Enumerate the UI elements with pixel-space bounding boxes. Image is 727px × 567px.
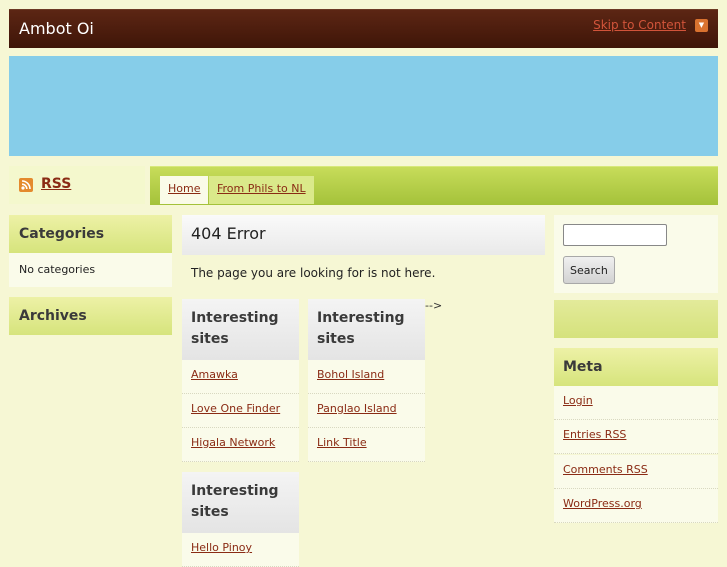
chevron-down-icon[interactable]: ▼: [695, 19, 708, 32]
list-item: WordPress.org: [554, 489, 718, 523]
empty-widget-heading: [554, 300, 718, 338]
header-banner: [9, 56, 718, 156]
link-panglao-island[interactable]: Panglao Island: [317, 402, 397, 415]
list-item: Bohol Island: [308, 360, 425, 394]
list-item: Amawka: [182, 360, 299, 394]
search-input[interactable]: [563, 224, 667, 246]
list-item: Panglao Island: [308, 394, 425, 428]
list-item: Hello Pinoy: [182, 533, 299, 567]
site-header: Ambot Oi Skip to Content ▼: [9, 9, 718, 48]
list-item: Link Title: [308, 428, 425, 462]
main-navigation: Home From Phils to NL: [150, 166, 718, 205]
list-item: Love One Finder: [182, 394, 299, 428]
nav-tab-from-phils-to-nl[interactable]: From Phils to NL: [209, 176, 314, 204]
page-title: 404 Error: [191, 224, 266, 243]
archives-heading: Archives: [9, 297, 172, 335]
error-message: The page you are looking for is not here…: [191, 266, 436, 280]
entries-rss-link[interactable]: Entries RSS: [563, 428, 626, 441]
skip-to-content-link[interactable]: Skip to Content: [593, 18, 686, 32]
link-box-heading: Interesting sites: [182, 299, 299, 360]
link-box-heading: Interesting sites: [182, 472, 299, 533]
link-box: Interesting sites Hello Pinoy: [182, 472, 299, 567]
rss-box: RSS: [9, 166, 145, 204]
link-amawka[interactable]: Amawka: [191, 368, 238, 381]
comments-rss-link[interactable]: Comments RSS: [563, 463, 648, 476]
link-box-heading: Interesting sites: [308, 299, 425, 360]
list-item: Comments RSS: [554, 455, 718, 489]
list-item: Entries RSS: [554, 420, 718, 454]
wordpress-org-link[interactable]: WordPress.org: [563, 497, 642, 510]
search-widget: Search: [554, 215, 718, 293]
nav-tab-home[interactable]: Home: [160, 176, 209, 204]
list-item: Higala Network: [182, 428, 299, 462]
rss-link[interactable]: RSS: [41, 176, 71, 192]
categories-empty-text: No categories: [9, 253, 172, 287]
link-higala-network[interactable]: Higala Network: [191, 436, 275, 449]
link-love-one-finder[interactable]: Love One Finder: [191, 402, 280, 415]
link-bohol-island[interactable]: Bohol Island: [317, 368, 384, 381]
stray-text: -->: [425, 299, 443, 312]
link-link-title[interactable]: Link Title: [317, 436, 367, 449]
link-box: Interesting sites Amawka Love One Finder…: [182, 299, 299, 462]
link-hello-pinoy[interactable]: Hello Pinoy: [191, 541, 252, 554]
list-item: Login: [554, 386, 718, 420]
rss-icon[interactable]: [19, 178, 33, 192]
meta-heading: Meta: [554, 348, 718, 386]
link-box: Interesting sites Bohol Island Panglao I…: [308, 299, 425, 462]
categories-heading: Categories: [9, 215, 172, 253]
site-title[interactable]: Ambot Oi: [19, 19, 94, 38]
login-link[interactable]: Login: [563, 394, 593, 407]
search-button[interactable]: Search: [563, 256, 615, 284]
error-title-box: 404 Error: [182, 215, 545, 255]
